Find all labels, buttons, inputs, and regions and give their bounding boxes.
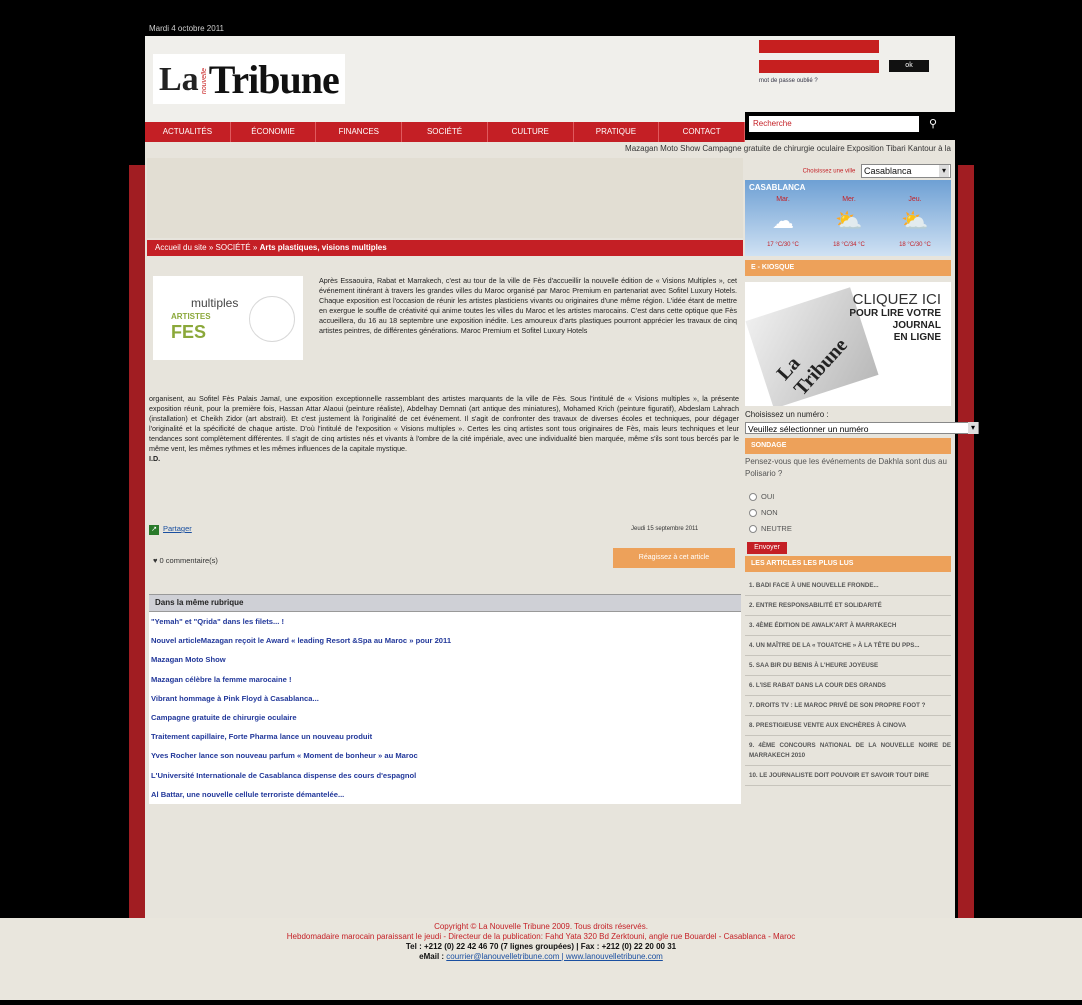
article-author: I.D. [149, 454, 161, 463]
related-link[interactable]: "Yemah" et "Qrida" dans les filets... ! [149, 612, 741, 631]
site-logo[interactable]: La nouvelle Tribune [153, 54, 345, 104]
nav-item-contact[interactable]: CONTACT [659, 122, 746, 142]
top-article-link[interactable]: 8. PRESTIGIEUSE VENTE AUX ENCHÈRES À CIN… [745, 716, 951, 736]
kiosk-header: E - KIOSQUE [745, 260, 951, 276]
search-input[interactable]: Recherche [749, 116, 919, 132]
comment-icon: ♥ [153, 556, 158, 565]
issue-label: Choisissez un numéro : [745, 410, 829, 419]
poll-option-neutre[interactable]: NEUTRE [749, 524, 792, 534]
article-image: multiples ARTISTES FES [153, 276, 303, 360]
related-link[interactable]: Campagne gratuite de chirurgie oculaire [149, 708, 741, 727]
top-article-link[interactable]: 2. ENTRE RESPONSABILITÉ ET SOLIDARITÉ [745, 596, 951, 616]
login-box: ok mot de passe oublié ? [757, 38, 955, 122]
top-articles-list: 1. BADI FACE À UNE NOUVELLE FRONDE... 2.… [745, 576, 951, 786]
article-paragraph: Après Essaouira, Rabat et Marrakech, c'e… [319, 276, 737, 335]
nav-item-actualites[interactable]: ACTUALITÉS [145, 122, 231, 142]
article-date: Jeudi 15 septembre 2011 [631, 526, 699, 532]
city-selector: Choisissez une ville Casablanca [745, 164, 951, 178]
online-journal-promo[interactable]: La Tribune CLIQUEZ ICI POUR LIRE VOTRE J… [745, 282, 951, 406]
article: multiples ARTISTES FES Après Essaouira, … [147, 262, 741, 804]
phone-fax: Tel : +212 (0) 22 42 46 70 (7 lignes gro… [405, 942, 677, 951]
publisher-info: Hebdomadaire marocain paraissant le jeud… [286, 932, 796, 941]
nav-item-culture[interactable]: CULTURE [488, 122, 574, 142]
top-article-link[interactable]: 7. DROITS TV : LE MAROC PRIVÉ DE SON PRO… [745, 696, 951, 716]
email-line: eMail : courrier@lanouvelletribune.com |… [419, 952, 663, 961]
poll-option-oui[interactable]: OUI [749, 492, 774, 502]
share-link[interactable]: ↗ Partager [149, 524, 192, 535]
breadcrumb: Accueil du site » SOCIÉTÉ » Arts plastiq… [147, 240, 743, 256]
forgot-password-link[interactable]: mot de passe oublié ? [759, 78, 818, 84]
search-box: Recherche ⚲ [745, 112, 955, 140]
right-red-band [958, 165, 974, 925]
top-article-link[interactable]: 10. LE JOURNALISTE DOIT POUVOIR ET SAVOI… [745, 766, 951, 786]
page-container: Mardi 4 octobre 2011 La nouvelle Tribune… [145, 22, 979, 927]
top-article-link[interactable]: 4. UN MAÎTRE DE LA « TOUATCHE » À LA TÊT… [745, 636, 951, 656]
related-link[interactable]: Vibrant hommage à Pink Floyd à Casablanc… [149, 689, 741, 708]
share-icon: ↗ [149, 525, 159, 535]
magnifier-icon[interactable]: ⚲ [925, 116, 941, 132]
related-link[interactable]: L'Université Internationale de Casablanc… [149, 766, 741, 785]
main-nav: ACTUALITÉS ÉCONOMIE FINANCES SOCIÉTÉ CUL… [145, 122, 746, 142]
breadcrumb-home[interactable]: Accueil du site [155, 243, 207, 252]
weather-widget: CASABLANCA Mar. Mer. Jeu. ☁ ⛅ ⛅ 17 °C/30… [745, 180, 951, 256]
date-bar: Mardi 4 octobre 2011 [145, 22, 955, 36]
sidebar: Choisissez une ville Casablanca CASABLAN… [745, 158, 979, 927]
top-articles-header: LES ARTICLES LES PLUS LUS [745, 556, 951, 572]
radio-icon [749, 509, 757, 518]
copyright: Copyright © La Nouvelle Tribune 2009. To… [434, 922, 648, 931]
city-select[interactable]: Casablanca [861, 164, 951, 178]
comments-count[interactable]: ♥ 0 commentaire(s) [153, 556, 218, 565]
related-header: Dans la même rubrique [149, 594, 741, 612]
email-link[interactable]: courrier@lanouvelletribune.com | www.lan… [446, 952, 663, 961]
password-field[interactable] [759, 60, 879, 73]
radio-icon [749, 493, 757, 502]
sun-cloud-icon: ⛅ [901, 208, 929, 233]
nav-item-societe[interactable]: SOCIÉTÉ [402, 122, 488, 142]
poll-submit-button[interactable]: Envoyer [747, 542, 787, 554]
article-paragraph: organisent, au Sofitel Fès Palais Jamaï,… [149, 394, 739, 463]
nav-item-economie[interactable]: ÉCONOMIE [231, 122, 317, 142]
ad-banner [147, 158, 743, 238]
related-link[interactable]: Traitement capillaire, Forte Pharma lanc… [149, 727, 741, 746]
breadcrumb-section[interactable]: SOCIÉTÉ [216, 243, 251, 252]
top-article-link[interactable]: 5. SAA BIR DU BENIS À L'HEURE JOYEUSE [745, 656, 951, 676]
poll-question: Pensez-vous que les événements de Dakhla… [745, 457, 947, 478]
left-red-band [129, 165, 145, 925]
sun-cloud-icon: ⛅ [835, 208, 863, 233]
nav-item-pratique[interactable]: PRATIQUE [574, 122, 660, 142]
nav-item-finances[interactable]: FINANCES [316, 122, 403, 142]
related-link[interactable]: Mazagan célèbre la femme marocaine ! [149, 670, 741, 689]
footer: Copyright © La Nouvelle Tribune 2009. To… [0, 918, 1082, 1000]
seal-logo [249, 296, 295, 342]
related-articles: Dans la même rubrique "Yemah" et "Qrida"… [149, 594, 741, 804]
top-article-link[interactable]: 6. L'ISE RABAT DANS LA COUR DES GRANDS [745, 676, 951, 696]
top-article-link[interactable]: 1. BADI FACE À UNE NOUVELLE FRONDE... [745, 576, 951, 596]
react-button[interactable]: Réagissez à cet article [613, 548, 735, 568]
related-link[interactable]: Mazagan Moto Show [149, 650, 741, 669]
poll-option-non[interactable]: NON [749, 508, 778, 518]
cloud-icon: ☁ [772, 208, 794, 233]
username-field[interactable] [759, 40, 879, 53]
top-article-link[interactable]: 3. 4ÈME ÉDITION DE AWALK'ART À MARRAKECH [745, 616, 951, 636]
radio-icon [749, 525, 757, 534]
related-link[interactable]: Nouvel articleMazagan reçoit le Award « … [149, 631, 741, 650]
login-button[interactable]: ok [889, 60, 929, 72]
header: La nouvelle Tribune ok mot de passe oubl… [145, 36, 955, 122]
related-link[interactable]: Yves Rocher lance son nouveau parfum « M… [149, 746, 741, 765]
issue-select[interactable]: Veuillez sélectionner un numéro [745, 422, 979, 434]
page-title: Arts plastiques, visions multiples [259, 243, 387, 252]
news-ticker[interactable]: Mazagan Moto Show Campagne gratuite de c… [145, 142, 955, 156]
related-link[interactable]: Al Battar, une nouvelle cellule terroris… [149, 785, 741, 804]
poll-header: SONDAGE [745, 438, 951, 454]
top-article-link[interactable]: 9. 4ÈME CONCOURS NATIONAL DE LA NOUVELLE… [745, 736, 951, 766]
